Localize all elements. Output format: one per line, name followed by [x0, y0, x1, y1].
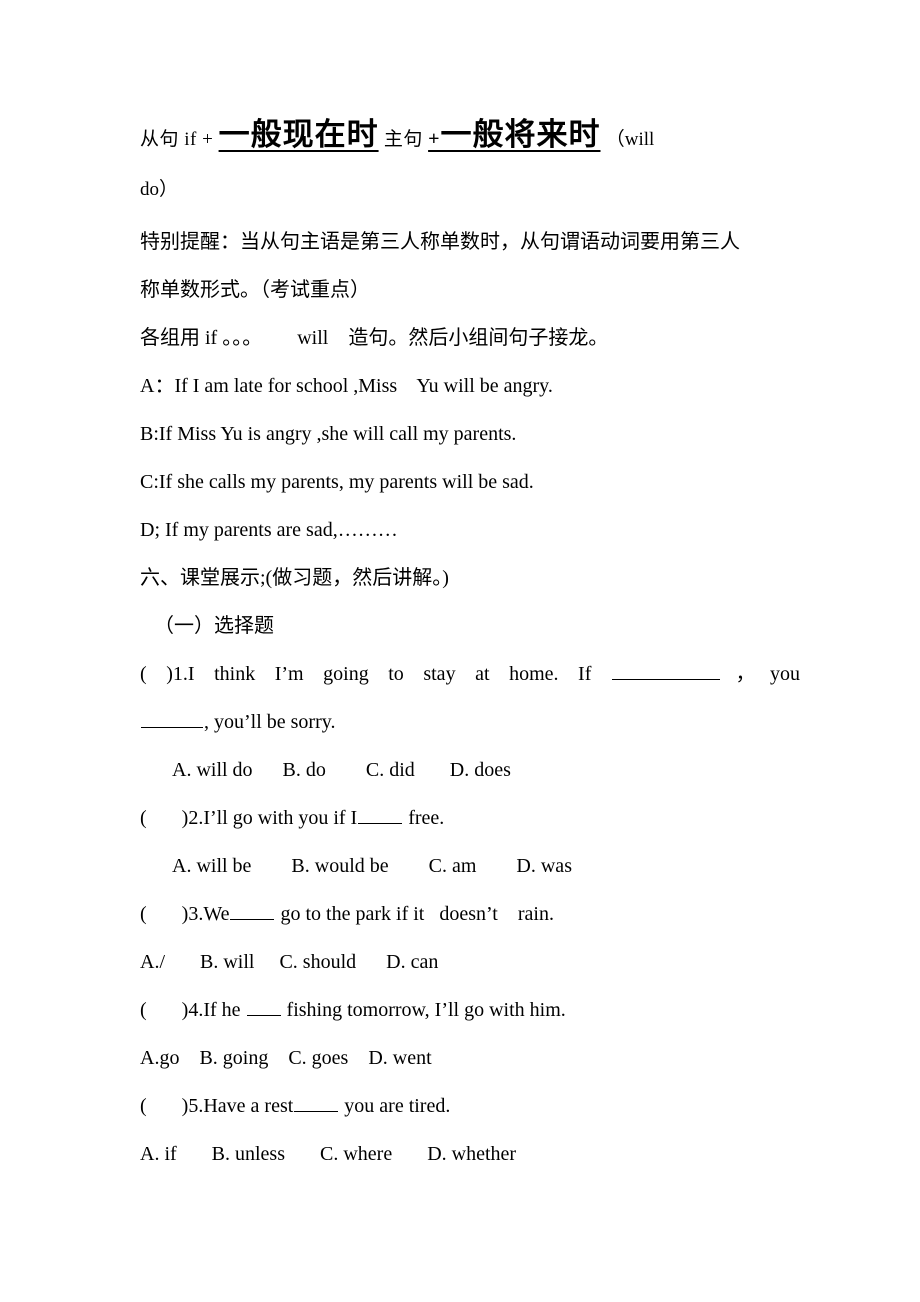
question-1-blank-1[interactable]: [611, 664, 720, 680]
question-3-number: 3.: [188, 903, 204, 925]
question-1-stem-line-2: , you’ll be sorry.: [140, 698, 800, 746]
question-5-answer-parens[interactable]: ( ): [140, 1095, 188, 1117]
question-2-answer-parens[interactable]: ( ): [140, 807, 188, 829]
question-2-number: 2.: [188, 807, 204, 829]
title-tense-present-simple: 一般现在时: [218, 117, 379, 152]
question-5-number: 5.: [188, 1095, 204, 1117]
special-note-line-2: 称单数形式。（考试重点）: [140, 279, 370, 301]
q1-space-a: [591, 663, 611, 685]
example-sentence-c: C:If she calls my parents, my parents wi…: [140, 471, 534, 493]
question-3-blank[interactable]: [230, 904, 275, 920]
question-4-stem-text: If he: [203, 999, 241, 1021]
question-3-options[interactable]: A./ B. will C. should D. can: [140, 938, 800, 986]
title-suffix-close: do）: [140, 179, 179, 200]
document-body: 从句 if + 一般现在时 主句 +一般将来时 （will do） 特别提醒：当…: [140, 112, 800, 1178]
question-5-stem: ( )5.Have a rest you are tired.: [140, 1082, 800, 1130]
question-3-answer-parens[interactable]: ( ): [140, 903, 188, 925]
question-5-stem-text: Have a rest: [203, 1095, 294, 1117]
title-subordinate-clause-label: 从句 if +: [140, 129, 214, 150]
example-sentence-d: D; If my parents are sad,………: [140, 519, 398, 541]
question-5-blank[interactable]: [294, 1096, 339, 1112]
question-5-options[interactable]: A. if B. unless C. where D. whether: [140, 1130, 800, 1178]
question-4-options[interactable]: A.go B. going C. goes D. went: [140, 1034, 800, 1082]
title-plus-sign: +: [428, 128, 441, 150]
question-3-stem-tail: go to the park if it doesn’t rain.: [280, 903, 554, 925]
special-note-line-1: 特别提醒：当从句主语是第三人称单数时，从句谓语动词要用第三人: [140, 231, 740, 253]
title-main-clause-label: 主句: [383, 129, 423, 150]
question-3-stem-text: We: [203, 903, 230, 925]
question-2-blank[interactable]: [358, 808, 403, 824]
title-tense-future-simple: 一般将来时: [440, 117, 601, 152]
example-sentence-b: B:If Miss Yu is angry ,she will call my …: [140, 423, 517, 445]
question-4-number: 4.: [188, 999, 204, 1021]
subsection-heading-multiple-choice: （一）选择题: [154, 615, 274, 637]
question-2-stem: ( )2.I’ll go with you if I free.: [140, 794, 800, 842]
question-3-stem: ( )3.We go to the park if it doesn’t rai…: [140, 890, 800, 938]
question-1-answer-parens[interactable]: ( ): [140, 663, 173, 685]
question-5-stem-tail: you are tired.: [344, 1095, 451, 1117]
question-1-stem: ( )1.I think I’m going to stay at home. …: [140, 650, 800, 698]
document-page: 从句 if + 一般现在时 主句 +一般将来时 （will do） 特别提醒：当…: [0, 0, 920, 1302]
question-2-options[interactable]: A. will be B. would be C. am D. was: [140, 842, 800, 890]
question-4-stem-tail: fishing tomorrow, I’ll go with him.: [286, 999, 566, 1021]
group-activity-instruction: 各组用 if 。。。 will 造句。然后小组间句子接龙。: [140, 327, 609, 349]
question-4-stem: ( )4.If he fishing tomorrow, I’ll go wit…: [140, 986, 800, 1034]
question-2-stem-text: I’ll go with you if I: [203, 807, 358, 829]
question-1-stem-line2-text: , you’ll be sorry.: [204, 711, 336, 733]
example-sentence-a: A：If I am late for school ,Miss Yu will …: [140, 375, 553, 397]
question-1-number: 1.: [172, 663, 188, 685]
question-1-blank-2[interactable]: [141, 712, 203, 728]
q4-space-a: [241, 999, 246, 1021]
question-4-answer-parens[interactable]: ( ): [140, 999, 188, 1021]
title-suffix-open: （will: [605, 129, 655, 150]
question-2-stem-tail: free.: [408, 807, 445, 829]
grammar-formula-title: 从句 if + 一般现在时 主句 +一般将来时 （will: [140, 112, 800, 164]
section-heading-six: 六、课堂展示;(做习题，然后讲解。): [140, 567, 449, 589]
question-1-comma: ，: [720, 663, 771, 685]
question-1-stem-text: I think I’m going to stay at home. If: [187, 663, 592, 685]
question-1-stem-tail: you: [770, 663, 801, 685]
question-4-blank[interactable]: [246, 1000, 281, 1016]
question-1-options[interactable]: A. will do B. do C. did D. does: [140, 746, 800, 794]
